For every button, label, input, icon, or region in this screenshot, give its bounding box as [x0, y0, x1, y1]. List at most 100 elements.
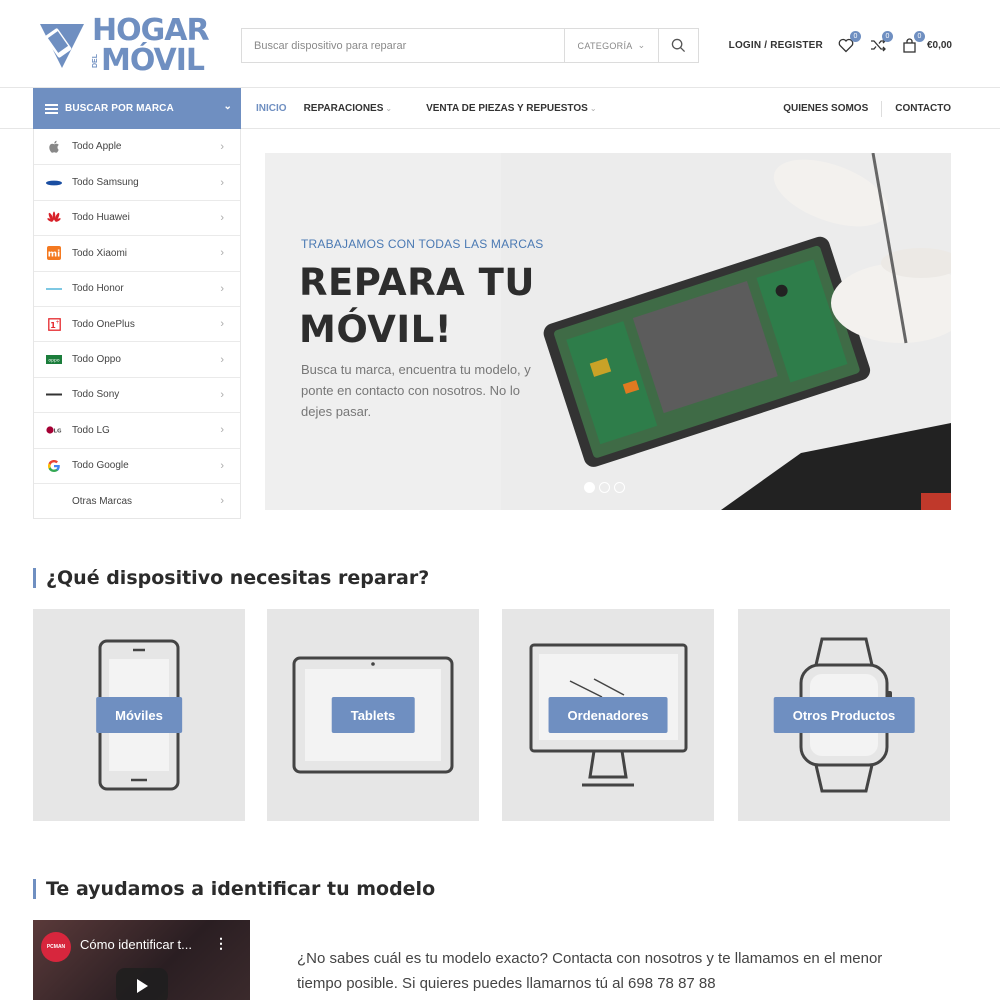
chevron-right-icon: › [220, 140, 224, 153]
huawei-icon [46, 211, 62, 225]
sony-icon [46, 388, 62, 402]
sidebar-item-huawei[interactable]: Todo Huawei › [34, 199, 240, 235]
chevron-right-icon: › [220, 318, 224, 331]
search-input[interactable] [242, 29, 564, 62]
video-title[interactable]: Cómo identificar t... [80, 937, 192, 952]
cart-button[interactable]: 0 [901, 31, 925, 54]
sidebar-item-label: Todo Sony [72, 389, 120, 401]
logo-line1: HOGAR [92, 13, 210, 48]
oneplus-icon: 1 + [46, 317, 62, 331]
nav-divider [881, 100, 883, 117]
devices-section-title: ¿Qué dispositivo necesitas reparar? [33, 568, 429, 588]
google-icon [46, 459, 62, 473]
browse-by-brand-button[interactable]: BUSCAR POR MARCA ⌄ [33, 88, 241, 129]
xiaomi-icon: mi [46, 246, 62, 261]
identify-text: ¿No sabes cuál es tu modelo exacto? Cont… [297, 950, 883, 992]
wishlist-button[interactable]: 0 [837, 31, 861, 54]
device-card-otros-productos[interactable]: Otros Productos [738, 609, 950, 821]
device-card-moviles[interactable]: Móviles [33, 609, 245, 821]
sidebar-item-xiaomi[interactable]: mi Todo Xiaomi › [34, 235, 240, 270]
sidebar-item-oneplus[interactable]: 1 + Todo OnePlus › [34, 305, 240, 341]
logo-line2: MÓVIL [101, 43, 205, 78]
logo-icon [40, 24, 84, 68]
hero-title-line1: REPARA TU [299, 261, 535, 304]
nav-link-venta-piezas-label: VENTA DE PIEZAS Y REPUESTOS [426, 103, 588, 114]
device-card-label: Móviles [96, 697, 182, 733]
video-embed[interactable]: PCMAN Cómo identificar t... ⋮ [33, 920, 250, 1000]
svg-text:+: + [55, 320, 59, 326]
chevron-right-icon: › [220, 459, 224, 472]
device-card-label: Ordenadores [548, 697, 668, 733]
site-logo[interactable]: HOGAR DEL MÓVIL [36, 13, 210, 78]
chevron-down-icon: ⌄ [223, 101, 232, 112]
chevron-right-icon: › [220, 176, 224, 189]
identify-section-title: Te ayudamos a identificar tu modelo [33, 879, 435, 899]
chevron-right-icon: › [220, 388, 224, 401]
sidebar-item-sony[interactable]: Todo Sony › [34, 376, 240, 412]
channel-logo: PCMAN [41, 932, 71, 962]
compare-count: 0 [881, 31, 893, 42]
sidebar-item-otras-marcas[interactable]: Otras Marcas › [34, 482, 240, 518]
nav-link-contacto[interactable]: CONTACTO [895, 103, 951, 114]
category-select[interactable]: CATEGORÍA ⌄ [564, 29, 658, 62]
hero-slider[interactable]: TRABAJAMOS CON TODAS LAS MARCAS REPARA T… [265, 153, 951, 510]
device-card-tablets[interactable]: Tablets [267, 609, 479, 821]
slider-dot-2[interactable] [599, 482, 610, 493]
browse-by-brand-label: BUSCAR POR MARCA [65, 103, 174, 114]
search-button[interactable] [658, 29, 698, 62]
header-actions: LOGIN / REGISTER 0 0 0 €0,00 [729, 31, 952, 54]
hero-kicker: TRABAJAMOS CON TODAS LAS MARCAS [301, 237, 544, 251]
sidebar-item-apple[interactable]: Todo Apple › [34, 129, 240, 164]
chevron-right-icon: › [220, 211, 224, 224]
honor-icon [46, 282, 62, 296]
play-icon [137, 979, 148, 993]
play-button[interactable] [116, 968, 168, 1000]
cart-count: 0 [913, 31, 925, 42]
search-icon [671, 38, 686, 53]
sidebar-item-label: Todo Google [72, 460, 129, 472]
hero-repair-image [501, 153, 951, 510]
nav-link-inicio[interactable]: INICIO [256, 103, 287, 114]
sidebar-item-label: Todo Xiaomi [72, 247, 128, 259]
slider-dots [584, 482, 629, 493]
chevron-right-icon: › [220, 495, 224, 508]
login-register-link[interactable]: LOGIN / REGISTER [729, 40, 823, 51]
chevron-right-icon: › [220, 247, 224, 260]
chevron-down-icon: ⌄ [589, 104, 597, 113]
slider-dot-1[interactable] [584, 482, 595, 493]
cart-total[interactable]: €0,00 [927, 40, 952, 51]
sidebar-item-samsung[interactable]: Todo Samsung › [34, 164, 240, 199]
apple-icon [46, 140, 62, 154]
nav-link-reparaciones[interactable]: REPARACIONES ⌄ [304, 103, 410, 114]
device-card-label: Otros Productos [773, 697, 915, 733]
sidebar-item-label: Todo OnePlus [72, 318, 135, 330]
sidebar-item-oppo[interactable]: oppo Todo Oppo › [34, 341, 240, 376]
device-card-label: Tablets [331, 697, 415, 733]
sidebar-item-honor[interactable]: Todo Honor › [34, 270, 240, 306]
compare-button[interactable]: 0 [869, 31, 893, 54]
brand-sidebar: Todo Apple › Todo Samsung › Todo Huawei … [33, 129, 241, 520]
sidebar-item-label: Todo Oppo [72, 354, 121, 366]
sidebar-item-lg[interactable]: LG Todo LG › [34, 412, 240, 447]
chevron-right-icon: › [220, 282, 224, 295]
chevron-down-icon: ⌄ [385, 104, 393, 113]
hero-description: Busca tu marca, encuentra tu modelo, y p… [301, 362, 531, 419]
samsung-icon [46, 176, 62, 190]
search-bar: CATEGORÍA ⌄ [241, 28, 699, 63]
chevron-right-icon: › [220, 353, 224, 366]
logo-del: DEL [92, 54, 99, 68]
nav-link-venta-piezas[interactable]: VENTA DE PIEZAS Y REPUESTOS ⌄ [426, 103, 613, 114]
oppo-icon: oppo [46, 353, 62, 367]
nav-link-quienes-somos[interactable]: QUIENES SOMOS [783, 103, 868, 114]
sidebar-item-label: Todo Apple [72, 141, 122, 153]
sidebar-item-label: Todo Huawei [72, 212, 130, 224]
device-card-ordenadores[interactable]: Ordenadores [502, 609, 714, 821]
sidebar-item-label: Todo Samsung [72, 177, 139, 189]
chevron-down-icon: ⌄ [637, 40, 646, 50]
sidebar-item-google[interactable]: Todo Google › [34, 447, 240, 483]
slider-dot-3[interactable] [614, 482, 625, 493]
wishlist-count: 0 [849, 31, 861, 42]
nav-link-reparaciones-label: REPARACIONES [303, 103, 384, 114]
category-label: CATEGORÍA [577, 40, 633, 51]
more-options-icon[interactable]: ⋮ [214, 935, 228, 952]
